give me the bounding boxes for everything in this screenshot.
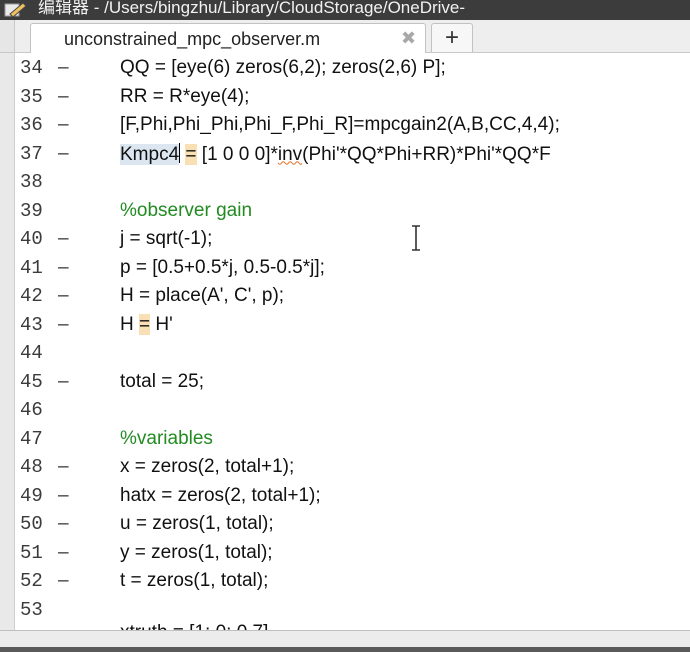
tab-unconstrained-mpc-observer[interactable]: unconstrained_mpc_observer.m ✖ [30,23,426,53]
line-number: 43 [20,313,43,336]
code-fragment: H [120,313,139,335]
line-number: 52 [20,570,43,592]
line-number: 38 [20,171,43,193]
code-line: 36 – [F,Phi,Phi_Phi,Phi_F,Phi_R]=mpcgain… [0,112,690,141]
editor-app-icon [4,2,27,18]
code-line: 45 – total = 25; [0,369,690,398]
line-number: 51 [20,541,43,564]
breakpoint-marker[interactable]: – [58,513,69,535]
selected-identifier: Kmpc4 [120,143,180,165]
breakpoint-marker[interactable]: – [58,228,69,250]
tab-strip-rail [0,20,15,52]
window-bottom-edge [0,647,690,652]
line-number: 47 [20,427,43,450]
code-text[interactable]: t = zeros(1, total); [120,570,268,592]
code-fragment: [1 0 0 0]* [196,143,278,165]
text-cursor-icon [412,225,420,251]
code-line: 49 – hatx = zeros(2, total+1); [0,483,690,512]
code-text[interactable]: y = zeros(1, total); [120,542,273,564]
line-number: 53 [20,598,43,621]
code-line: 52 – t = zeros(1, total); [0,568,690,597]
breakpoint-marker[interactable]: – [58,114,69,136]
code-line: 35 – RR = R*eye(4); [0,84,690,113]
breakpoint-marker[interactable]: – [58,86,69,108]
line-number: 42 [20,285,43,307]
code-line: 41 – p = [0.5+0.5*j, 0.5-0.5*j]; [0,255,690,284]
code-line: 51 – y = zeros(1, total); [0,540,690,569]
tab-strip: unconstrained_mpc_observer.m ✖ + [0,20,690,53]
code-line: 43 – H = H' [0,312,690,341]
breakpoint-marker[interactable]: – [58,143,69,165]
breakpoint-marker[interactable]: – [58,314,69,336]
line-number: 41 [20,256,43,279]
line-number: 35 [20,85,43,108]
breakpoint-marker[interactable]: – [58,542,69,564]
code-comment[interactable]: %observer gain [120,200,252,222]
line-number: 40 [20,228,43,250]
code-text[interactable]: j = sqrt(-1); [120,228,212,250]
breakpoint-marker[interactable]: – [58,570,69,592]
line-number: 36 [20,114,43,136]
code-text[interactable]: QQ = [eye(6) zeros(6,2); zeros(2,6) P]; [120,57,446,79]
code-line: 48 – x = zeros(2, total+1); [0,454,690,483]
code-text[interactable]: hatx = zeros(2, total+1); [120,485,321,507]
line-number: 39 [20,199,43,222]
code-comment[interactable]: %variables [120,428,213,450]
close-icon[interactable]: ✖ [401,28,416,49]
code-line: 46 [0,397,690,426]
code-text[interactable]: H = place(A', C', p); [120,285,284,307]
code-fragment: (Phi'*QQ*Phi+RR)*Phi'*QQ*F [302,143,551,165]
breakpoint-marker[interactable]: – [58,257,69,279]
code-text[interactable]: p = [0.5+0.5*j, 0.5-0.5*j]; [120,257,325,279]
code-text[interactable]: Kmpc4 = [1 0 0 0]*inv(Phi'*QQ*Phi+RR)*Ph… [120,142,551,166]
code-line: 50 – u = zeros(1, total); [0,511,690,540]
line-number: 44 [20,342,43,364]
line-number: 49 [20,484,43,507]
tab-label: unconstrained_mpc_observer.m [64,29,321,49]
code-line: 37 – Kmpc4 = [1 0 0 0]*inv(Phi'*QQ*Phi+R… [0,141,690,170]
code-line: 44 [0,340,690,369]
code-editor[interactable]: 34 – QQ = [eye(6) zeros(6,2); zeros(2,6)… [0,53,690,630]
line-number: 48 [20,456,43,478]
breakpoint-marker[interactable]: – [58,371,69,393]
code-text[interactable]: u = zeros(1, total); [120,513,274,535]
code-line: 39 %observer gain [0,198,690,227]
line-number: 46 [20,399,43,421]
status-bar [0,630,690,652]
window-title: 编辑器 - /Users/bingzhu/Library/CloudStorag… [38,0,466,17]
breakpoint-marker[interactable]: – [58,456,69,478]
code-line: 47 %variables [0,426,690,455]
partial-code-line: xtruth = [1; 0; 0.7] [120,622,268,630]
line-number: 34 [20,57,43,79]
code-line: 42 – H = place(A', C', p); [0,283,690,312]
code-line: 40 – j = sqrt(-1); [0,226,690,255]
warning-underline[interactable]: inv [278,144,302,165]
match-highlight: = [185,143,197,165]
editor-left-rail [0,53,15,630]
code-text[interactable]: total = 25; [120,371,204,393]
line-number: 45 [20,370,43,393]
code-text[interactable]: RR = R*eye(4); [120,86,249,108]
code-text[interactable]: [F,Phi,Phi_Phi,Phi_F,Phi_R]=mpcgain2(A,B… [120,114,560,136]
line-number: 37 [20,142,43,165]
breakpoint-marker[interactable]: – [58,285,69,307]
breakpoint-marker[interactable]: – [58,57,69,79]
code-fragment: H' [150,313,173,335]
breakpoint-marker[interactable]: – [58,485,69,507]
code-line: 34 – QQ = [eye(6) zeros(6,2); zeros(2,6)… [0,55,690,84]
code-text[interactable]: H = H' [120,313,173,336]
window-titlebar: 编辑器 - /Users/bingzhu/Library/CloudStorag… [0,0,690,20]
code-line: 53 [0,597,690,626]
match-highlight: = [139,313,151,335]
code-line: 38 [0,169,690,198]
line-number: 50 [20,513,43,535]
code-text[interactable]: x = zeros(2, total+1); [120,456,294,478]
new-tab-button[interactable]: + [431,23,473,52]
